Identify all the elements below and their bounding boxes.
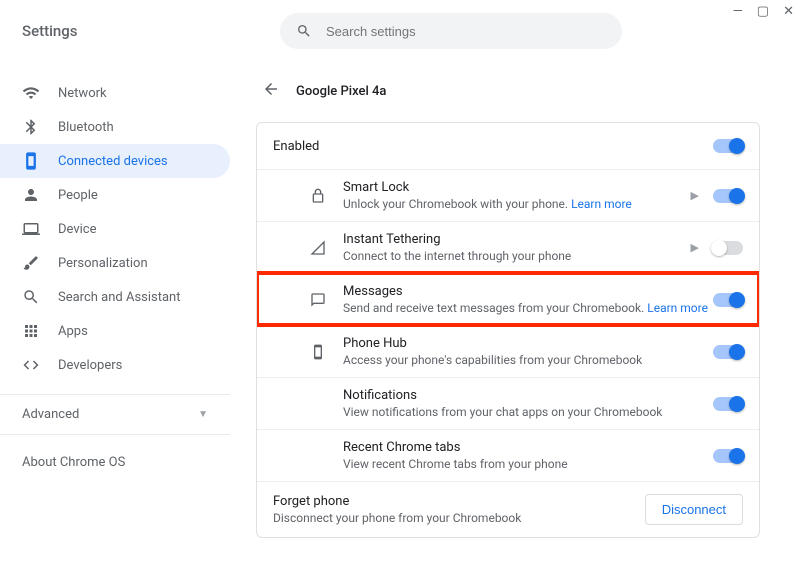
toggle-recent-tabs[interactable] (713, 449, 743, 463)
row-smart-lock[interactable]: Smart Lock Unlock your Chromebook with y… (257, 169, 759, 221)
chevron-down-icon: ▼ (198, 409, 208, 420)
page-title: Google Pixel 4a (296, 84, 386, 99)
sidebar-item-network[interactable]: Network (0, 76, 230, 110)
row-subtitle: Connect to the internet through your pho… (343, 249, 691, 263)
settings-card: Enabled Smart Lock Unlock your Chromeboo… (256, 122, 760, 538)
row-enabled: Enabled (257, 123, 759, 169)
app-title: Settings (22, 22, 280, 40)
sidebar-about[interactable]: About Chrome OS (0, 447, 240, 478)
row-recent-tabs[interactable]: Recent Chrome tabs View recent Chrome ta… (257, 429, 759, 481)
row-subtitle: View notifications from your chat apps o… (343, 405, 713, 419)
sidebar-item-label: Personalization (58, 256, 148, 271)
sidebar-item-label: Developers (58, 358, 122, 373)
row-notifications[interactable]: Notifications View notifications from yo… (257, 377, 759, 429)
sidebar-item-label: Connected devices (58, 154, 168, 169)
search-bar[interactable] (280, 13, 622, 49)
toggle-smart-lock[interactable] (713, 189, 743, 203)
sidebar-item-developers[interactable]: Developers (0, 348, 230, 382)
sidebar: Network Bluetooth Connected devices Peop… (0, 62, 240, 582)
brush-icon (22, 254, 40, 272)
learn-more-link[interactable]: Learn more (571, 197, 632, 211)
toggle-instant-tethering[interactable] (713, 241, 743, 255)
laptop-icon (22, 220, 40, 238)
main-panel: Google Pixel 4a Enabled Smart Lock Unloc… (240, 62, 800, 582)
magnify-icon (22, 288, 40, 306)
row-forget-phone: Forget phone Disconnect your phone from … (257, 481, 759, 537)
window-minimize-button[interactable]: — (733, 4, 743, 19)
chevron-right-icon: ▶ (691, 241, 699, 254)
bluetooth-icon (22, 118, 40, 136)
search-input[interactable] (326, 24, 606, 39)
row-messages[interactable]: Messages Send and receive text messages … (257, 273, 759, 325)
phone-hub-icon (303, 344, 333, 360)
sidebar-item-personalization[interactable]: Personalization (0, 246, 230, 280)
row-subtitle: Send and receive text messages from your… (343, 301, 713, 315)
app-header: Settings (0, 0, 800, 62)
sidebar-item-bluetooth[interactable]: Bluetooth (0, 110, 230, 144)
toggle-messages[interactable] (713, 293, 743, 307)
advanced-label: Advanced (22, 407, 79, 422)
forget-subtitle: Disconnect your phone from your Chromebo… (273, 511, 645, 525)
toggle-phone-hub[interactable] (713, 345, 743, 359)
row-subtitle: View recent Chrome tabs from your phone (343, 457, 713, 471)
phone-icon (22, 152, 40, 170)
row-instant-tethering[interactable]: Instant Tethering Connect to the interne… (257, 221, 759, 273)
sidebar-item-apps[interactable]: Apps (0, 314, 230, 348)
wifi-icon (22, 84, 40, 102)
sidebar-item-connected-devices[interactable]: Connected devices (0, 144, 230, 178)
messages-icon (303, 292, 333, 308)
window-maximize-button[interactable]: ▢ (757, 4, 769, 19)
back-button[interactable] (262, 80, 280, 102)
sidebar-item-label: People (58, 188, 98, 203)
toggle-enabled[interactable] (713, 139, 743, 153)
row-title: Phone Hub (343, 336, 713, 351)
row-title: Instant Tethering (343, 232, 691, 247)
lock-icon (303, 188, 333, 204)
sidebar-item-label: Bluetooth (58, 120, 114, 135)
arrow-left-icon (262, 80, 280, 98)
window-close-button[interactable]: ✕ (783, 4, 794, 19)
enabled-label: Enabled (273, 139, 713, 154)
search-icon (296, 23, 312, 39)
row-subtitle: Access your phone's capabilities from yo… (343, 353, 713, 367)
forget-title: Forget phone (273, 494, 645, 509)
sidebar-item-label: Search and Assistant (58, 290, 181, 305)
row-title: Recent Chrome tabs (343, 440, 713, 455)
row-title: Notifications (343, 388, 713, 403)
learn-more-link[interactable]: Learn more (647, 301, 708, 315)
row-title: Messages (343, 284, 713, 299)
row-subtitle: Unlock your Chromebook with your phone. … (343, 197, 691, 211)
apps-icon (22, 322, 40, 340)
row-phone-hub[interactable]: Phone Hub Access your phone's capabiliti… (257, 325, 759, 377)
sidebar-item-people[interactable]: People (0, 178, 230, 212)
toggle-notifications[interactable] (713, 397, 743, 411)
sidebar-item-device[interactable]: Device (0, 212, 230, 246)
row-title: Smart Lock (343, 180, 691, 195)
sidebar-item-label: Apps (58, 324, 88, 339)
person-icon (22, 186, 40, 204)
sidebar-item-search-assistant[interactable]: Search and Assistant (0, 280, 230, 314)
sidebar-item-label: Device (58, 222, 97, 237)
code-icon (22, 356, 40, 374)
chevron-right-icon: ▶ (691, 189, 699, 202)
disconnect-button[interactable]: Disconnect (645, 494, 743, 525)
sidebar-advanced-toggle[interactable]: Advanced ▼ (0, 394, 230, 435)
sidebar-item-label: Network (58, 86, 107, 101)
signal-icon (303, 240, 333, 256)
